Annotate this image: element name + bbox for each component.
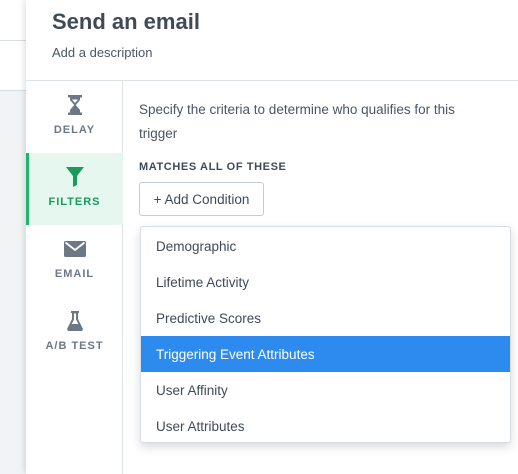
matches-all-heading: MATCHES ALL OF THESE [139,161,287,173]
tab-email[interactable]: EMAIL [26,225,123,297]
tab-delay[interactable]: DELAY [26,81,123,153]
dropdown-item-triggering-event-attributes[interactable]: Triggering Event Attributes [141,336,510,372]
dropdown-item-predictive-scores[interactable]: Predictive Scores [141,300,510,336]
filter-icon [26,165,123,189]
flask-icon [26,309,123,333]
dropdown-item-user-affinity[interactable]: User Affinity [141,372,510,408]
hourglass-icon [26,93,123,117]
panel-header: Send an email Add a description [26,0,518,81]
tab-email-label: EMAIL [54,268,95,280]
tab-filters[interactable]: FILTERS [26,153,123,225]
panel-description[interactable]: Add a description [52,45,152,60]
dropdown-item-demographic[interactable]: Demographic [141,228,510,264]
tab-delay-label: DELAY [53,124,96,136]
envelope-icon [26,237,123,261]
panel-title[interactable]: Send an email [52,9,200,35]
criteria-description: Specify the criteria to determine who qu… [139,102,455,141]
add-condition-button[interactable]: + Add Condition [139,182,264,216]
step-tabs: DELAY FILTERS EMAIL A/B TEST [26,81,123,474]
tab-ab-test[interactable]: A/B TEST [26,297,123,369]
dropdown-item-user-attributes[interactable]: User Attributes [141,408,510,444]
tab-ab-test-label: A/B TEST [45,340,104,352]
dropdown-item-lifetime-activity[interactable]: Lifetime Activity [141,264,510,300]
tab-filters-label: FILTERS [48,196,101,208]
condition-dropdown-menu: Demographic Lifetime Activity Predictive… [140,226,511,443]
